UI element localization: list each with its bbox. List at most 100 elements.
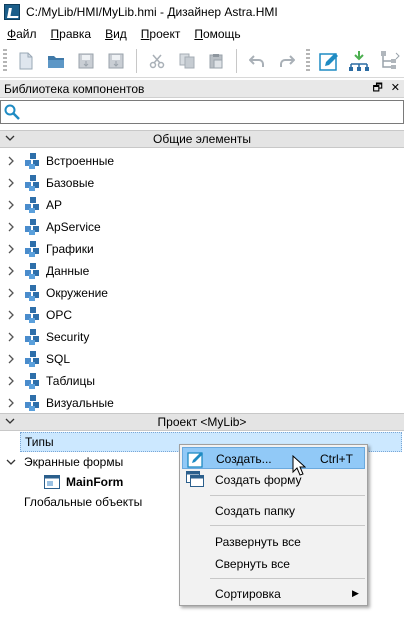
tree-item-label: Экранные формы bbox=[24, 455, 124, 469]
tree-item[interactable]: Визуальные bbox=[0, 392, 404, 414]
context-menu: Создать... Ctrl+T Создать форму Создать … bbox=[179, 444, 368, 606]
cubes-icon bbox=[25, 263, 39, 279]
network-tree-button[interactable] bbox=[376, 48, 402, 74]
edit-icon bbox=[319, 52, 339, 71]
tree-item-label: Данные bbox=[46, 264, 90, 278]
tree-item[interactable]: Security bbox=[0, 326, 404, 348]
menu-item-create[interactable]: Создать... Ctrl+T bbox=[182, 447, 365, 469]
paste-button[interactable] bbox=[204, 48, 230, 74]
chevron-right-icon bbox=[8, 310, 14, 320]
chevron-right-icon bbox=[8, 266, 14, 276]
tree-item[interactable]: OPC bbox=[0, 304, 404, 326]
edit-icon bbox=[187, 452, 203, 468]
tree-item[interactable]: Таблицы bbox=[0, 370, 404, 392]
tree-item-label: Базовые bbox=[46, 176, 95, 190]
tree-item-label: Таблицы bbox=[46, 374, 96, 388]
menu-view-accel: В bbox=[105, 27, 114, 41]
tree-item[interactable]: Встроенные bbox=[0, 150, 404, 172]
submenu-arrow-icon: ▶ bbox=[352, 588, 359, 598]
menu-view[interactable]: Вид bbox=[98, 27, 134, 41]
chevron-right-icon bbox=[8, 156, 14, 166]
copy-icon bbox=[179, 53, 195, 68]
menu-item-expand-all[interactable]: Развернуть все bbox=[182, 531, 365, 553]
window-title: C:/MyLib/HMI/MyLib.hmi - Дизайнер Astra.… bbox=[26, 5, 278, 19]
paste-icon bbox=[209, 53, 223, 68]
save-all-button[interactable] bbox=[103, 48, 129, 74]
cubes-icon bbox=[25, 153, 39, 169]
menu-help[interactable]: Помощь bbox=[187, 27, 247, 41]
chevron-right-icon bbox=[8, 178, 14, 188]
tree-item-label: Графики bbox=[46, 242, 94, 256]
tree-item-mainform[interactable]: MainForm bbox=[44, 472, 123, 492]
close-icon[interactable]: ✕ bbox=[391, 83, 400, 94]
cubes-icon bbox=[25, 329, 39, 345]
tree-item-label: Визуальные bbox=[46, 396, 114, 410]
chevron-right-icon bbox=[8, 200, 14, 210]
save-button[interactable] bbox=[73, 48, 99, 74]
panel-controls: 🗗 ✕ bbox=[372, 83, 400, 94]
copy-button[interactable] bbox=[174, 48, 200, 74]
chevron-right-icon bbox=[8, 354, 14, 364]
menu-separator bbox=[210, 578, 365, 579]
tree-item-global-objects[interactable]: Глобальные объекты bbox=[24, 492, 142, 512]
chevron-right-icon bbox=[8, 398, 14, 408]
open-folder-button[interactable] bbox=[43, 48, 69, 74]
search-icon bbox=[4, 104, 20, 120]
network-add-button[interactable] bbox=[346, 48, 372, 74]
cubes-icon bbox=[25, 241, 39, 257]
chevron-right-icon bbox=[8, 244, 14, 254]
new-document-icon bbox=[19, 52, 33, 69]
menu-item-create-folder[interactable]: Создать папку bbox=[182, 500, 365, 522]
mouse-cursor-icon bbox=[292, 455, 306, 476]
tree-item[interactable]: Базовые bbox=[0, 172, 404, 194]
tree-item-label: Глобальные объекты bbox=[24, 495, 143, 509]
chevron-right-icon bbox=[8, 288, 14, 298]
menu-file[interactable]: Файл bbox=[0, 27, 44, 41]
chevron-right-icon bbox=[8, 332, 14, 342]
menu-separator bbox=[210, 495, 365, 496]
cut-icon bbox=[149, 54, 164, 68]
menu-item-label: Развернуть все bbox=[215, 535, 301, 549]
cubes-icon bbox=[25, 307, 39, 323]
cubes-icon bbox=[25, 219, 39, 235]
save-all-icon bbox=[108, 53, 124, 68]
component-library-header: Библиотека компонентов 🗗 ✕ bbox=[0, 80, 404, 98]
tree-item-label: Security bbox=[46, 330, 90, 344]
menu-edit-label: равка bbox=[59, 27, 92, 41]
menu-edit[interactable]: Правка bbox=[44, 27, 99, 41]
menu-bar: Файл Правка Вид Проект Помощь bbox=[0, 24, 404, 44]
tree-item[interactable]: AP bbox=[0, 194, 404, 216]
chevron-down-icon[interactable] bbox=[6, 457, 16, 467]
menu-project[interactable]: Проект bbox=[134, 27, 188, 41]
toolbar-grip[interactable] bbox=[3, 48, 7, 73]
new-document-button[interactable] bbox=[13, 48, 39, 74]
search-input[interactable] bbox=[24, 102, 403, 122]
toolbar-grip-2[interactable] bbox=[306, 48, 311, 73]
menu-item-collapse-all[interactable]: Свернуть все bbox=[182, 553, 365, 575]
menu-file-accel: Ф bbox=[7, 27, 17, 41]
restore-icon[interactable]: 🗗 bbox=[372, 83, 382, 94]
chevron-down-icon bbox=[5, 135, 15, 141]
toolbar-separator-2 bbox=[236, 48, 238, 73]
redo-button[interactable] bbox=[274, 48, 300, 74]
tree-item-label: Окружение bbox=[46, 286, 108, 300]
cut-button[interactable] bbox=[144, 48, 170, 74]
menu-item-label: Создать... bbox=[216, 452, 272, 466]
tree-item-label: ApService bbox=[46, 220, 101, 234]
project-header[interactable]: Проект <MyLib> bbox=[0, 413, 404, 431]
menu-item-sort[interactable]: Сортировка ▶ bbox=[182, 583, 365, 605]
form-icon bbox=[44, 475, 60, 489]
edit-button[interactable] bbox=[316, 48, 342, 74]
menu-file-label: айл bbox=[16, 27, 37, 41]
tree-item[interactable]: SQL bbox=[0, 348, 404, 370]
tree-item[interactable]: Графики bbox=[0, 238, 404, 260]
tree-item[interactable]: Окружение bbox=[0, 282, 404, 304]
tree-item[interactable]: ApService bbox=[0, 216, 404, 238]
tree-item[interactable]: Данные bbox=[0, 260, 404, 282]
tree-item-label: AP bbox=[46, 198, 63, 212]
menu-item-create-form[interactable]: Создать форму bbox=[182, 469, 365, 491]
common-elements-header[interactable]: Общие элементы bbox=[0, 130, 404, 148]
undo-button[interactable] bbox=[244, 48, 270, 74]
menu-view-label: ид bbox=[113, 27, 127, 41]
tree-item-screen-forms[interactable]: Экранные формы bbox=[24, 452, 123, 472]
